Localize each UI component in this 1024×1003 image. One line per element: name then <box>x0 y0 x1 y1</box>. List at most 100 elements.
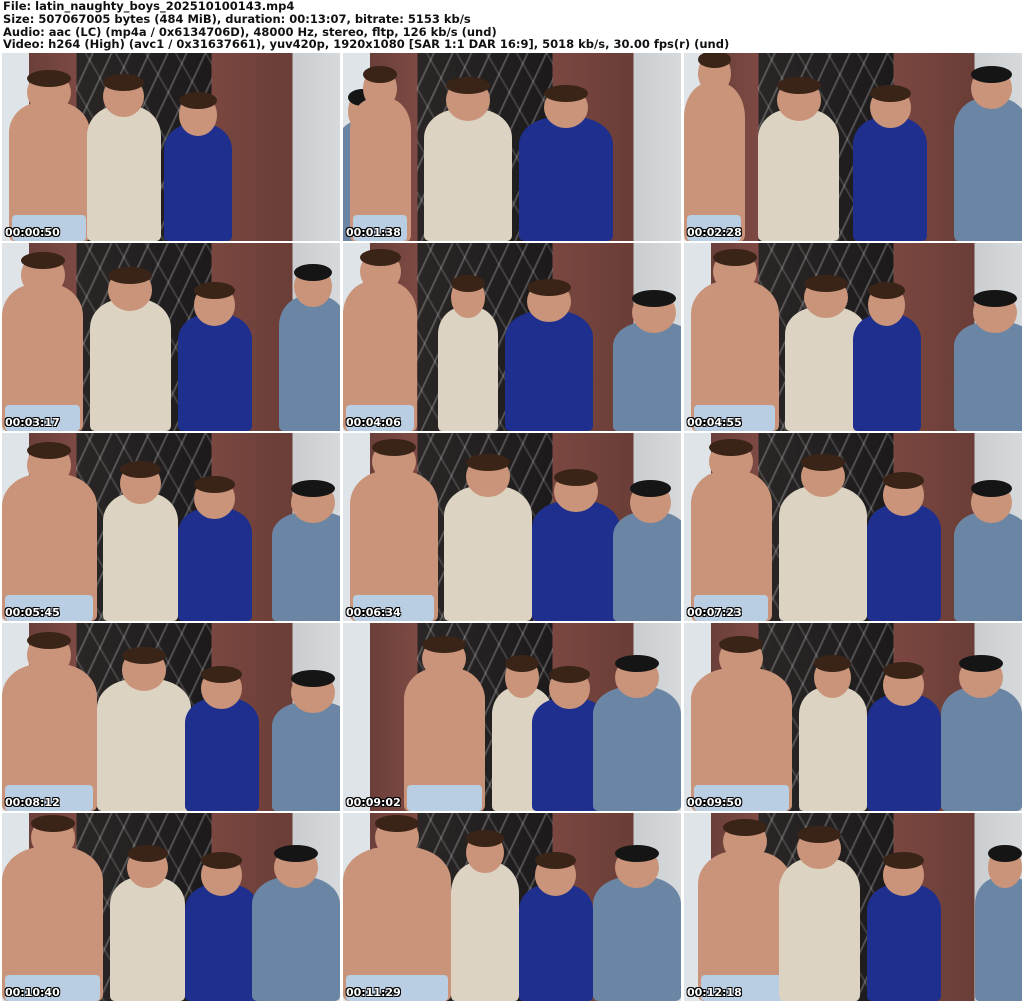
hair <box>466 829 504 847</box>
thumbnail-grid: 00:00:50 00:01:38 00:02:28 00:03:17 00:04:06… <box>2 53 1022 1001</box>
person-figure <box>184 698 259 811</box>
file-name-line: File: latin_naughty_boys_202510100143.mp… <box>3 0 295 13</box>
shorts <box>407 784 482 811</box>
thumbnail-timestamp: 00:08:12 <box>5 796 60 809</box>
hair <box>803 274 848 292</box>
person-figure <box>424 109 512 241</box>
person-figure <box>89 299 171 431</box>
thumbnail-timestamp: 00:09:50 <box>687 796 742 809</box>
person-figure <box>184 884 259 1001</box>
thumbnail-timestamp: 00:07:23 <box>687 606 742 619</box>
person-figure <box>866 884 941 1001</box>
thumbnail-timestamp: 00:01:38 <box>346 226 401 239</box>
hair <box>505 654 539 672</box>
hair <box>549 666 590 684</box>
person-figure <box>505 310 594 431</box>
hair <box>709 438 754 456</box>
person-figure <box>86 105 161 241</box>
thumbnail-frame: 00:08:12 <box>2 623 340 811</box>
person-figure <box>518 116 614 241</box>
cap <box>631 290 676 307</box>
cap <box>290 670 335 687</box>
person-figure <box>103 493 178 621</box>
thumbnail-timestamp: 00:11:29 <box>346 986 401 999</box>
cap <box>615 844 660 862</box>
thumbnail-frame: 00:01:38 <box>343 53 681 241</box>
person-figure <box>778 485 867 621</box>
thumbnail-timestamp: 00:06:34 <box>346 606 401 619</box>
cap <box>294 263 332 281</box>
person-figure <box>272 511 340 621</box>
person-figure <box>518 884 594 1001</box>
thumbnail-frame: 00:10:40 <box>2 813 340 1001</box>
hair <box>359 248 401 266</box>
person-figure <box>177 314 253 431</box>
thumbnail-timestamp: 00:09:02 <box>346 796 401 809</box>
thumbnail-frame: 00:04:55 <box>684 243 1022 431</box>
hair <box>797 826 842 844</box>
thumbnail-frame: 00:05:45 <box>2 433 340 621</box>
person-figure <box>110 876 185 1001</box>
hair <box>722 818 767 836</box>
person-figure <box>866 694 941 811</box>
person-figure <box>853 314 921 431</box>
hair <box>466 453 511 471</box>
thumbnail-timestamp: 00:12:18 <box>687 986 742 999</box>
cap <box>274 844 319 862</box>
hair <box>814 654 852 672</box>
hair <box>103 73 145 91</box>
thumbnail-timestamp: 00:10:40 <box>5 986 60 999</box>
hair <box>544 84 589 102</box>
thumbnail-timestamp: 00:00:50 <box>5 226 60 239</box>
person-figure <box>272 701 340 811</box>
person-figure <box>974 876 1022 1001</box>
thumbnail-frame: 00:00:50 <box>2 53 340 241</box>
thumbnail-timestamp: 00:05:45 <box>5 606 60 619</box>
thumbnail-timestamp: 00:02:28 <box>687 226 742 239</box>
person-figure <box>954 98 1022 241</box>
person-figure <box>532 500 621 621</box>
thumbnail-frame: 00:11:29 <box>343 813 681 1001</box>
thumbnail-timestamp: 00:03:17 <box>5 416 60 429</box>
person-figure <box>798 686 867 811</box>
hair <box>451 274 485 292</box>
cap <box>630 480 672 497</box>
thumbnail-timestamp: 00:04:06 <box>346 416 401 429</box>
person-figure <box>593 876 681 1001</box>
cap <box>971 66 1013 84</box>
thumbnail-timestamp: 00:04:55 <box>687 416 742 429</box>
person-figure <box>593 686 681 811</box>
hair <box>712 248 757 266</box>
thumbnail-frame: 00:04:06 <box>343 243 681 431</box>
hair <box>554 468 599 486</box>
file-info-header: File: latin_naughty_boys_202510100143.mp… <box>3 0 1021 52</box>
person-figure <box>444 485 533 621</box>
hair <box>375 814 420 832</box>
thumbnail-frame: 00:02:28 <box>684 53 1022 241</box>
thumbnail-frame: 00:03:17 <box>2 243 340 431</box>
person-figure <box>177 508 253 621</box>
hair <box>126 844 168 862</box>
person-figure <box>940 686 1022 811</box>
person-figure <box>758 109 840 241</box>
person-figure <box>252 876 340 1001</box>
person-figure <box>613 511 681 621</box>
cap <box>959 654 1004 672</box>
hair <box>20 252 65 270</box>
hair <box>527 278 572 296</box>
hair <box>869 84 911 102</box>
hair <box>120 461 162 479</box>
person-figure <box>437 306 499 431</box>
thumbnail-frame: 00:07:23 <box>684 433 1022 621</box>
cap <box>290 480 335 497</box>
person-figure <box>778 858 860 1001</box>
person-figure <box>954 511 1022 621</box>
person-figure <box>164 124 232 241</box>
cap <box>972 290 1017 307</box>
hair <box>30 814 75 832</box>
cap <box>615 654 660 672</box>
hair <box>371 438 416 456</box>
person-figure <box>954 321 1022 431</box>
thumbnail-frame: 00:06:34 <box>343 433 681 621</box>
person-figure <box>96 679 192 811</box>
